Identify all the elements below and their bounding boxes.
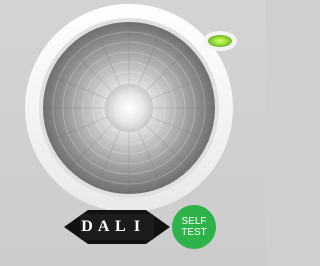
dali-logo-text: D A L I: [81, 218, 141, 235]
status-led-icon: [208, 35, 232, 47]
product-image: D A L I SELF TEST: [0, 0, 266, 266]
self-test-badge: SELF TEST: [172, 205, 216, 249]
led-diffuser: [105, 84, 153, 132]
